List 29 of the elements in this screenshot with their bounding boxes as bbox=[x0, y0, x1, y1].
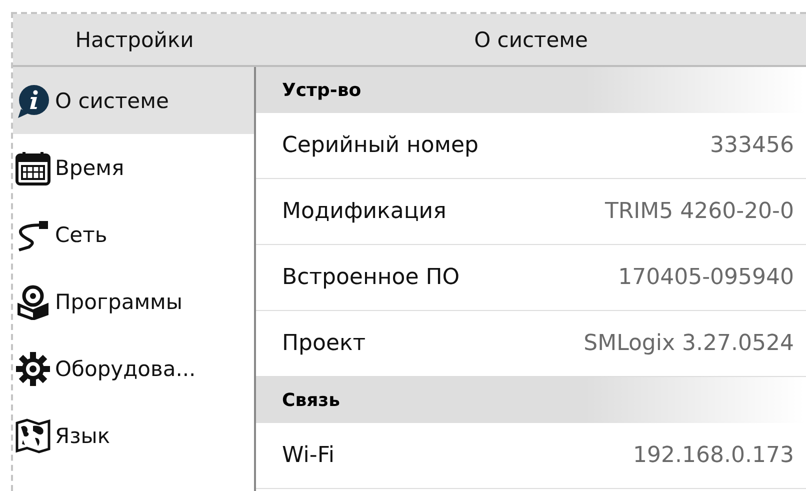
sidebar-item[interactable]: Оборудова... bbox=[13, 335, 254, 402]
sidebar-item-label: О системе bbox=[55, 88, 169, 112]
sidebar-item-label: Время bbox=[55, 156, 124, 180]
sidebar-item[interactable]: Сеть bbox=[13, 201, 254, 268]
field-value: 170405-095940 bbox=[618, 265, 794, 290]
sidebar-item[interactable]: О системе bbox=[13, 67, 254, 134]
sidebar-item-label: Сеть bbox=[55, 222, 108, 246]
map-icon bbox=[15, 418, 51, 454]
field-label: Wi-Fi bbox=[282, 443, 334, 468]
sidebar-item[interactable]: Время bbox=[13, 134, 254, 201]
field-label: Серийный номер bbox=[282, 133, 478, 158]
calendar-icon bbox=[15, 150, 51, 186]
sidebar-item[interactable]: Программы bbox=[13, 268, 254, 335]
field-value: TRIM5 4260-20-0 bbox=[604, 199, 794, 224]
field-label: Модификация bbox=[282, 199, 446, 224]
field-label: Проект bbox=[282, 331, 366, 356]
info-icon bbox=[15, 82, 51, 118]
sidebar-item-label: Программы bbox=[55, 290, 182, 314]
sidebar-title: Настройки bbox=[13, 14, 256, 67]
sidebar-item-label: Язык bbox=[55, 424, 110, 448]
gear-icon bbox=[15, 350, 51, 386]
sidebar-item-label: Оборудова... bbox=[55, 356, 196, 380]
field-label: Встроенное ПО bbox=[282, 265, 460, 290]
package-icon bbox=[15, 284, 51, 320]
field-value: SMLogix 3.27.0524 bbox=[584, 331, 794, 356]
field-value: 333456 bbox=[710, 133, 794, 158]
field-value: 192.168.0.173 bbox=[633, 443, 794, 468]
panel-title: О системе bbox=[256, 14, 806, 67]
sidebar-item[interactable]: Язык bbox=[13, 402, 254, 469]
